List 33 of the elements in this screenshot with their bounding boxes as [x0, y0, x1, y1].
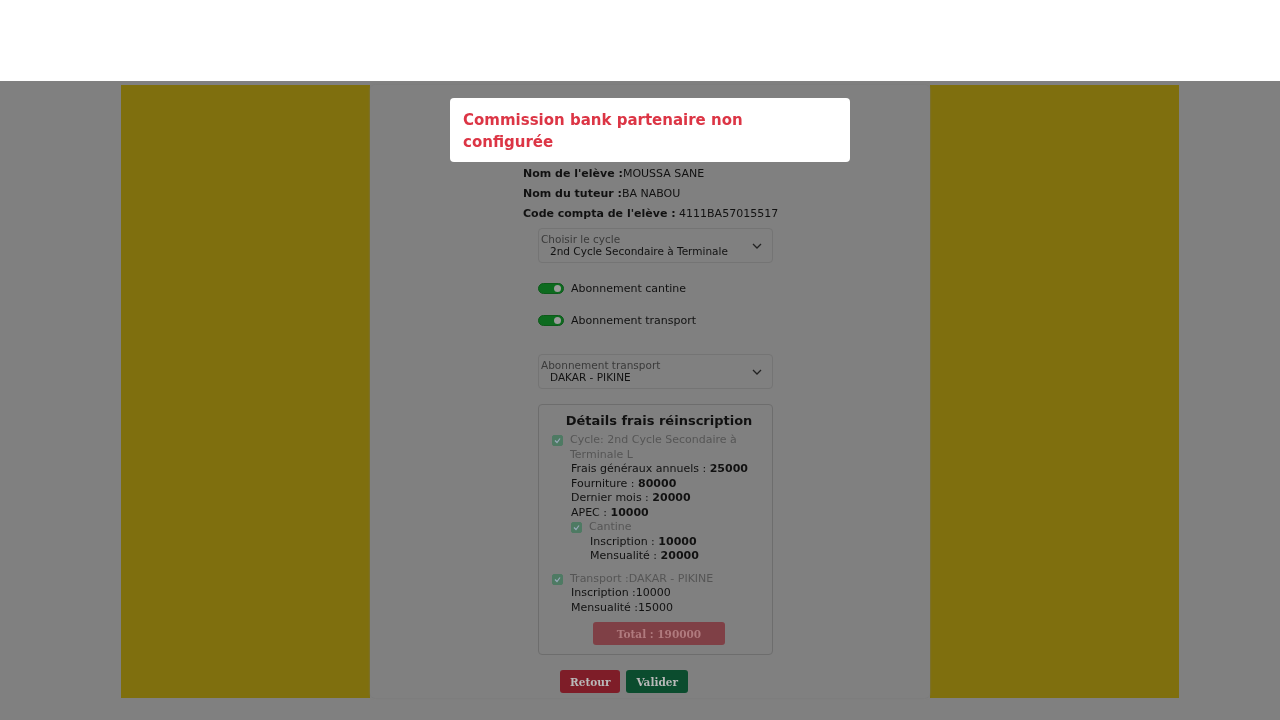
fee-line: Frais généraux annuels : 25000 — [571, 462, 749, 477]
toggle-switch[interactable] — [538, 315, 564, 326]
toggle-switch[interactable] — [538, 283, 564, 294]
field-value: DAKAR - PIKINE — [549, 371, 632, 383]
fee-line: APEC : 10000 — [571, 505, 650, 520]
toggle-label: Abonnement transport — [571, 314, 697, 327]
toggle-label: Abonnement cantine — [571, 282, 687, 295]
check-icon — [572, 523, 581, 532]
confirm-button[interactable]: Valider — [626, 670, 688, 693]
checkbox[interactable] — [552, 573, 563, 585]
checkbox[interactable] — [571, 522, 582, 533]
error-toast: Commission bank partenaire non configurée — [450, 98, 850, 162]
chevron-down-icon — [752, 243, 762, 249]
info-line: Code compta de l'elève : 4111BA57015517 — [523, 206, 780, 222]
checkbox[interactable] — [552, 435, 563, 446]
chevron-down-icon — [752, 369, 762, 375]
info-line: Nom de l'elève :MOUSSA SANE — [523, 166, 706, 182]
select-field[interactable]: Choisir le cycle 2nd Cycle Secondaire à Terminale — [538, 228, 773, 263]
select-field[interactable]: Abonnement transport DAKAR - PIKINE — [538, 354, 773, 389]
field-label: Choisir le cycle — [541, 234, 622, 245]
field-label: Abonnement transport — [541, 360, 662, 371]
fee-line: Mensualité :15000 — [571, 600, 675, 615]
check-icon — [553, 436, 562, 445]
fee-line: Fourniture : 80000 — [571, 476, 678, 491]
info-line: Nom du tuteur :BA NABOU — [523, 186, 682, 202]
field-value: 2nd Cycle Secondaire à Terminale — [549, 245, 729, 257]
fee-line: Inscription : 10000 — [590, 534, 698, 549]
check-icon — [553, 574, 562, 584]
fee-line: Inscription :10000 — [571, 586, 672, 601]
details-title: Détails frais réinscription — [564, 413, 754, 428]
fee-line: Mensualité : 20000 — [590, 549, 700, 564]
fee-line: Dernier mois : 20000 — [571, 491, 692, 506]
cancel-button[interactable]: Retour — [560, 670, 621, 693]
